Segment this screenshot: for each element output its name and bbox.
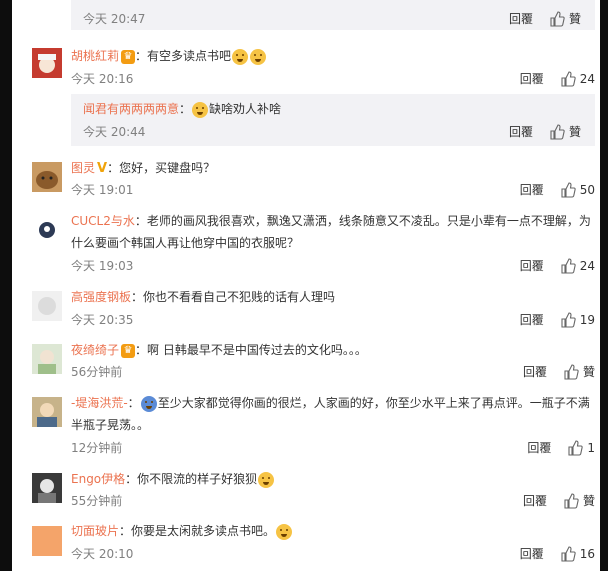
reply-button[interactable]: 回覆 (509, 10, 533, 27)
like-count: 19 (579, 312, 595, 327)
crying-emoji-icon (192, 101, 209, 118)
reply-button[interactable]: 回覆 (520, 545, 544, 562)
reply-button[interactable]: 回覆 (523, 363, 547, 380)
comment-item: 高强度钢板：你也不看看自己不犯贱的话有人理吗 今天 20:35 回覆 19 (12, 286, 600, 331)
vip-badge-icon: ♛ (121, 49, 136, 64)
reply-button[interactable]: 回覆 (527, 439, 551, 456)
like-count: 贊 (582, 494, 595, 508)
comment-time: 55分钟前 (71, 494, 123, 508)
thumbs-up-icon[interactable] (560, 257, 576, 274)
username-link[interactable]: 闻君有两两两两意 (83, 102, 179, 116)
thumbs-up-icon[interactable] (563, 363, 579, 380)
avatar[interactable] (32, 397, 62, 427)
comment-time: 56分钟前 (71, 365, 123, 379)
vip-badge-icon: ♛ (121, 343, 136, 358)
comment-time: 今天 20:10 (71, 547, 134, 561)
comment-text: 你不限流的样子好狼狈 (137, 472, 258, 486)
comment-text: 啊 日韩最早不是中国传过去的文化吗。。。 (147, 343, 367, 357)
thumbs-up-icon[interactable] (560, 181, 576, 198)
comment-meta: 今天 20:35 回覆 19 (71, 311, 595, 329)
thumbs-up-icon[interactable] (563, 492, 579, 509)
thumbs-up-icon[interactable] (560, 545, 576, 562)
comment-text: 你要是太闲就多读点书吧。 (131, 524, 276, 538)
comment-meta: 今天 20:44 回覆 贊 (83, 123, 581, 141)
comment-time: 今天 20:16 (71, 72, 134, 86)
crying-emoji-icon (250, 48, 267, 65)
nested-reply: 今天 20:47 回覆 贊 (71, 0, 595, 30)
comment-time: 今天 20:35 (71, 313, 134, 327)
username-link[interactable]: CUCL2与水 (71, 214, 135, 228)
right-dark-frame (600, 0, 608, 571)
comment-time: 今天 20:47 (83, 12, 146, 26)
username-link[interactable]: 切面玻片 (71, 524, 119, 538)
comment-text: 你也不看看自己不犯贱的话有人理吗 (143, 290, 336, 304)
left-dark-frame (0, 0, 12, 571)
like-count: 贊 (568, 12, 581, 26)
avatar[interactable] (32, 162, 62, 192)
comment-meta: 55分钟前 回覆 贊 (71, 492, 595, 510)
avatar[interactable] (32, 344, 62, 374)
username-link[interactable]: 高强度钢板 (71, 290, 131, 304)
comment-item: 图灵 V：您好，买键盘吗？ 今天 19:01 回覆 50 (12, 157, 600, 202)
scared-emoji-icon (276, 523, 293, 540)
comment-text: 缺啥劝人补啥 (209, 102, 282, 116)
thumbs-up-icon[interactable] (567, 439, 584, 456)
thumbs-up-icon[interactable] (549, 10, 565, 27)
reply-button[interactable]: 回覆 (509, 123, 533, 140)
comment-item: Engo伊格：你不限流的样子好狼狈 55分钟前 回覆 贊 (12, 468, 600, 513)
comment-meta: 今天 19:03 回覆 24 (71, 257, 595, 275)
thumbs-up-icon[interactable] (560, 70, 576, 87)
comment-item: -堤海洪荒-： 至少大家都觉得你画的很烂，人家画的好，你至少水平上来了再点评。一瓶… (12, 392, 600, 460)
comment-item: 夜绮绮子 ♛ ：啊 日韩最早不是中国传过去的文化吗。。。 56分钟前 回覆 贊 (12, 339, 600, 384)
verified-v-icon: V (97, 161, 108, 176)
like-count: 50 (579, 182, 595, 197)
comment-meta: 56分钟前 回覆 贊 (71, 363, 595, 381)
crying-emoji-icon (232, 48, 249, 65)
like-count: 1 (587, 440, 595, 455)
username-link[interactable]: 胡桃紅莉 (71, 49, 119, 63)
reply-button[interactable]: 回覆 (520, 181, 544, 198)
like-count: 贊 (568, 125, 581, 139)
reply-button[interactable]: 回覆 (520, 70, 544, 87)
doraemon-emoji-icon (140, 395, 157, 412)
comment-item: CUCL2与水：老师的画风我很喜欢，飘逸又潇洒，线条随意又不凌乱。只是小辈有一点… (12, 210, 600, 278)
comment-meta: 今天 19:01 回覆 50 (71, 181, 595, 199)
avatar[interactable] (32, 215, 62, 245)
comment-item: 切面玻片：你要是太闲就多读点书吧。 今天 20:10 回覆 16 (12, 520, 600, 565)
comment-text: 老师的画风我很喜欢，飘逸又潇洒，线条随意又不凌乱。只是小辈有一点不理解，为什么要… (71, 214, 591, 250)
thumbs-up-icon[interactable] (549, 123, 565, 140)
comment-time: 今天 20:44 (83, 125, 146, 139)
comment-list: 今天 20:47 回覆 贊 胡桃紅莉 ♛ ：有空多读点书吧 今天 20:16 回覆 … (12, 0, 600, 571)
avatar[interactable] (32, 291, 62, 321)
like-count: 贊 (582, 365, 595, 379)
like-count: 24 (579, 71, 595, 86)
reply-button[interactable]: 回覆 (520, 311, 544, 328)
thumbs-up-icon[interactable] (560, 311, 576, 328)
laughing-emoji-icon (258, 471, 275, 488)
comment-text: 您好，买键盘吗？ (119, 161, 216, 175)
comment-meta: 今天 20:16 回覆 24 (71, 70, 595, 88)
reply-button[interactable]: 回覆 (520, 257, 544, 274)
comment-item: 胡桃紅莉 ♛ ：有空多读点书吧 今天 20:16 回覆 24 (12, 45, 600, 90)
nested-reply: 闻君有两两两两意： 缺啥劝人补啥 今天 20:44 回覆 贊 (71, 94, 595, 146)
comment-meta: 12分钟前 回覆 1 (71, 439, 595, 457)
avatar[interactable] (32, 48, 62, 78)
comment-time: 今天 19:03 (71, 259, 134, 273)
comment-text: 有空多读点书吧 (147, 49, 232, 63)
comment-time: 今天 19:01 (71, 183, 134, 197)
reply-button[interactable]: 回覆 (523, 492, 547, 509)
comment-meta: 今天 20:47 回覆 贊 (83, 10, 581, 28)
comment-time: 12分钟前 (71, 441, 123, 455)
comment-meta: 今天 20:10 回覆 16 (71, 545, 595, 563)
username-link[interactable]: 图灵 (71, 161, 95, 175)
avatar[interactable] (32, 526, 62, 556)
username-link[interactable]: 夜绮绮子 (71, 343, 119, 357)
username-link[interactable]: Engo伊格 (71, 472, 125, 486)
username-link[interactable]: -堤海洪荒- (71, 396, 128, 410)
like-count: 16 (579, 546, 595, 561)
avatar[interactable] (32, 473, 62, 503)
like-count: 24 (579, 258, 595, 273)
